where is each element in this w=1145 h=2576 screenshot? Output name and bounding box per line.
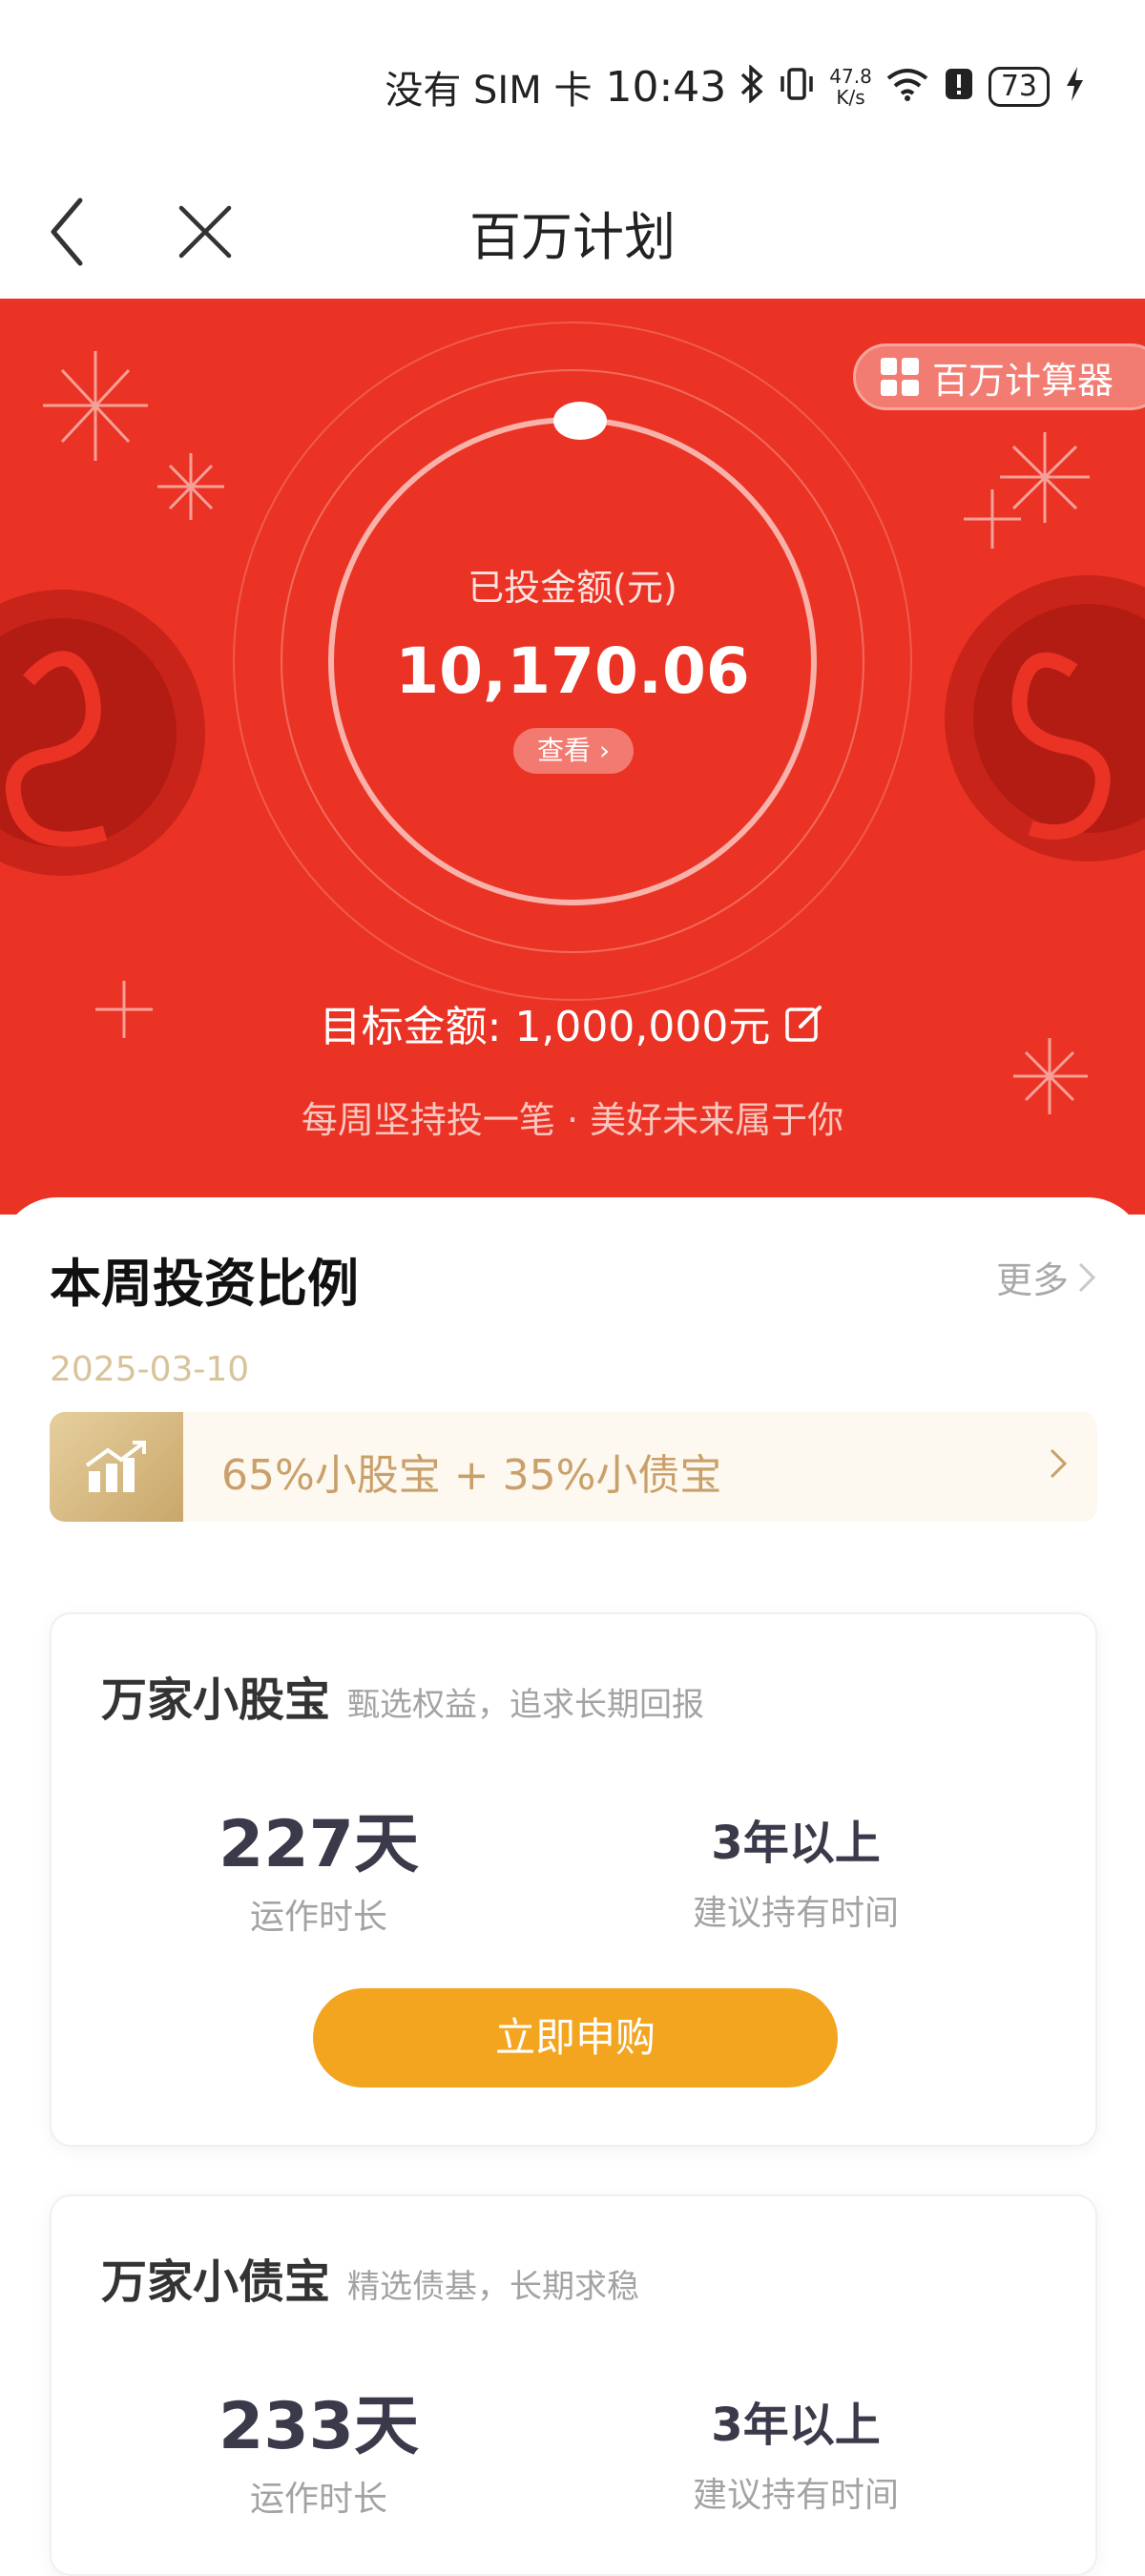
duration-stat: 227天 运作时长 <box>128 1791 510 1939</box>
fund-name: 万家小股宝 <box>101 1673 331 1727</box>
chevron-right-icon <box>1078 1262 1096 1292</box>
calculator-button[interactable]: 百万计算器 <box>852 343 1145 410</box>
hold-stat: 3年以上 建议持有时间 <box>605 1805 987 1935</box>
more-link[interactable]: 更多 <box>996 1251 1097 1303</box>
fund-name: 万家小债宝 <box>101 2255 331 2309</box>
view-button[interactable]: 查看 › <box>513 728 634 774</box>
page-title: 百万计划 <box>469 207 676 267</box>
calculator-label: 百万计算器 <box>931 359 1114 402</box>
hold-value: 3年以上 <box>711 2399 881 2452</box>
chevron-right-icon <box>1050 1448 1068 1479</box>
duration-value: 227天 <box>219 1807 419 1882</box>
ratio-text: 65%小股宝 + 35%小债宝 <box>221 1451 722 1500</box>
ratio-date: 2025-03-10 <box>50 1350 250 1389</box>
hold-label: 建议持有时间 <box>692 1894 899 1933</box>
vibrate-icon <box>778 65 816 109</box>
fund-desc: 甄选权益，追求长期回报 <box>347 1686 705 1724</box>
net-speed: 47.8 K/s <box>829 66 872 108</box>
clock: 10:43 <box>605 62 727 112</box>
hero-banner: 百万计算器 已投金额(元) 10,170.06 查看 › 目标金额: 1,000… <box>0 299 1145 1215</box>
battery-icon: 73 <box>988 67 1050 107</box>
more-label: 更多 <box>995 1259 1069 1301</box>
fund-card-stock[interactable]: 万家小股宝 甄选权益，追求长期回报 227天 运作时长 3年以上 建议持有时间 … <box>50 1612 1097 2147</box>
invested-label: 已投金额(元) <box>468 567 677 609</box>
fund-header: 万家小股宝 甄选权益，追求长期回报 <box>101 1662 704 1729</box>
status-bar: 没有 SIM 卡 10:43 47.8 K/s 73 <box>0 0 1145 162</box>
trend-chart-icon <box>50 1412 183 1522</box>
slogan: 每周坚持投一笔 · 美好未来属于你 <box>301 1099 844 1141</box>
edit-icon[interactable] <box>783 1002 825 1044</box>
ratio-bar[interactable]: 65%小股宝 + 35%小债宝 <box>50 1412 1097 1522</box>
net-speed-value: 47.8 <box>829 65 872 88</box>
status-icons: 没有 SIM 卡 10:43 47.8 K/s 73 <box>385 59 1086 114</box>
calculator-icon <box>880 358 919 396</box>
hold-label: 建议持有时间 <box>692 2476 899 2515</box>
target-label: 目标金额: <box>319 1003 502 1051</box>
target-value: 1,000,000元 <box>514 1003 771 1051</box>
bluetooth-icon <box>739 64 764 109</box>
alert-icon <box>943 65 975 109</box>
hold-stat: 3年以上 建议持有时间 <box>605 2387 987 2517</box>
sim-status: 没有 SIM 卡 <box>385 69 593 113</box>
subscribe-button[interactable]: 立即申购 <box>313 1988 838 2088</box>
invested-amount: 10,170.06 <box>395 634 750 708</box>
fund-desc: 精选债基，长期求稳 <box>347 2268 640 2306</box>
snake-papercut-right <box>945 575 1145 862</box>
duration-label: 运作时长 <box>249 2480 387 2519</box>
hold-value: 3年以上 <box>711 1817 881 1870</box>
section-title: 本周投资比例 <box>50 1254 359 1314</box>
duration-stat: 233天 运作时长 <box>128 2373 510 2521</box>
fund-card-bond[interactable]: 万家小债宝 精选债基，长期求稳 233天 运作时长 3年以上 建议持有时间 <box>50 2194 1097 2576</box>
net-speed-unit: K/s <box>836 86 865 109</box>
fund-header: 万家小债宝 精选债基，长期求稳 <box>101 2244 639 2311</box>
target-row: 目标金额: 1,000,000元 <box>0 992 1145 1053</box>
content-panel: 本周投资比例 更多 2025-03-10 65%小股宝 + 35%小债宝 万家小… <box>0 1197 1145 2576</box>
duration-value: 233天 <box>219 2389 419 2464</box>
wifi-icon <box>885 65 929 109</box>
progress-knob <box>553 402 607 440</box>
snake-papercut-left <box>0 590 205 876</box>
nav-bar: 百万计划 <box>0 162 1145 301</box>
duration-label: 运作时长 <box>249 1898 387 1937</box>
charging-icon <box>1063 65 1086 109</box>
